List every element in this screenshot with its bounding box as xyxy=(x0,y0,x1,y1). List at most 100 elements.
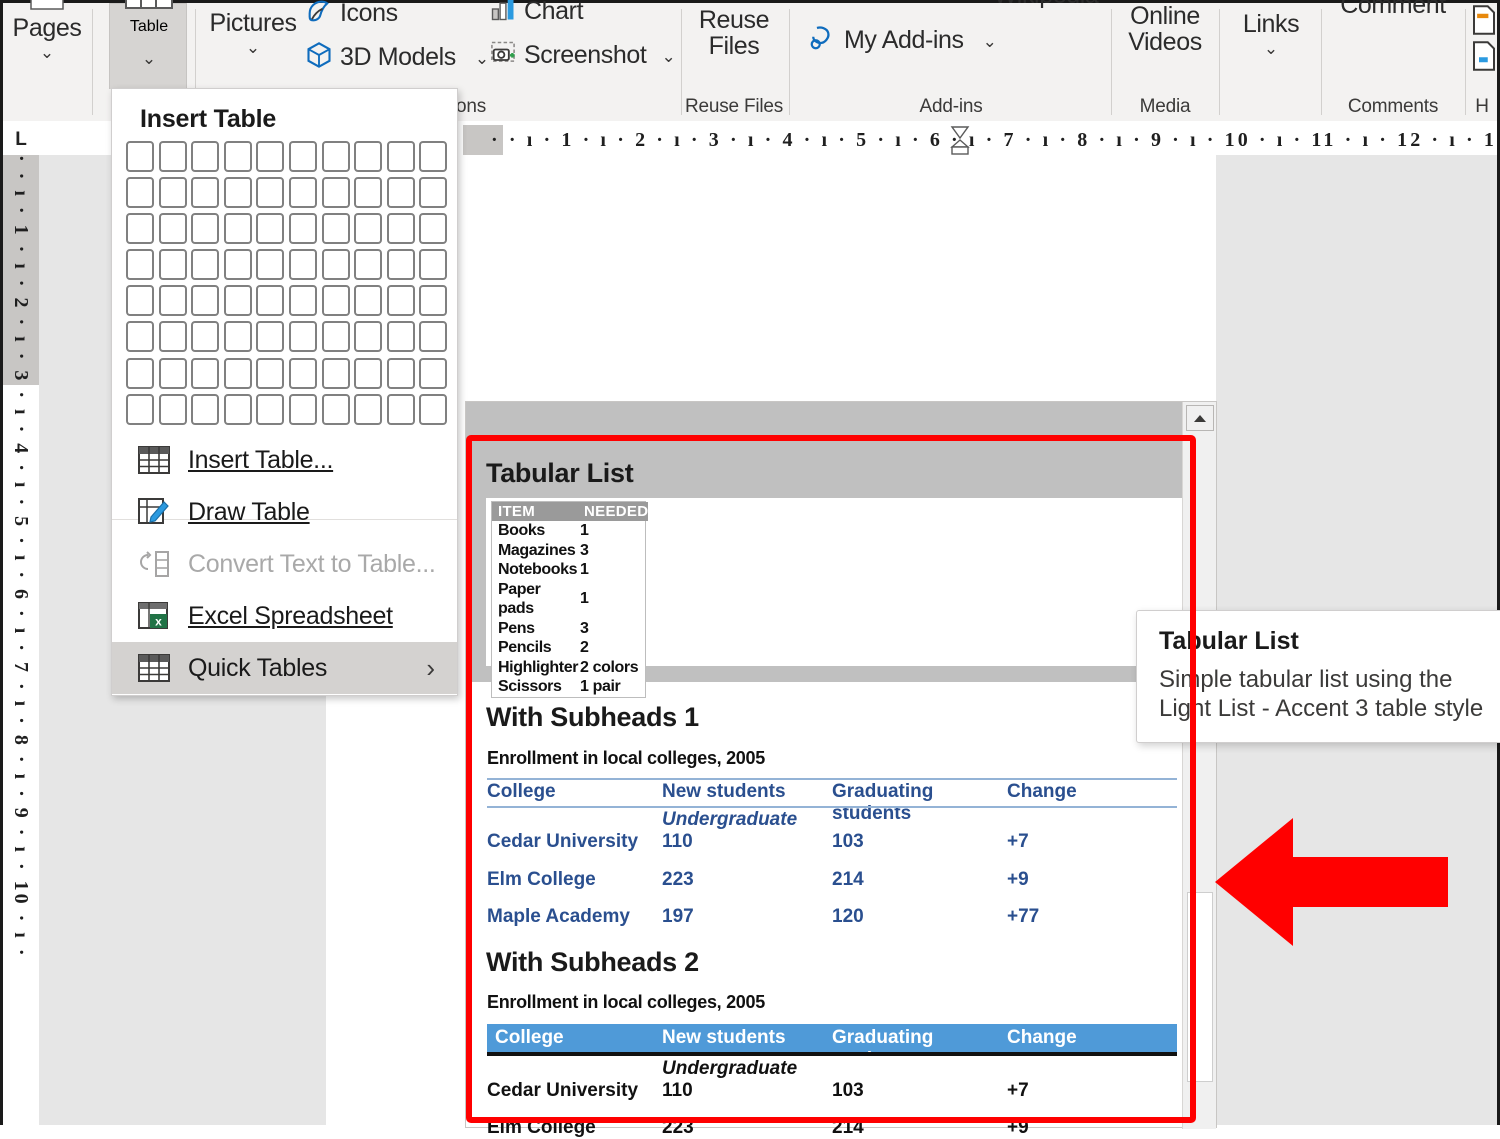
grid-cell[interactable] xyxy=(419,358,447,389)
grid-cell[interactable] xyxy=(354,285,382,316)
grid-cell[interactable] xyxy=(191,358,219,389)
horizontal-ruler[interactable]: · · ı · 1 · ı · 2 · ı · 3 · ı · 4 · ı · … xyxy=(463,125,1497,155)
grid-cell[interactable] xyxy=(354,141,382,172)
grid-cell[interactable] xyxy=(159,321,187,352)
grid-cell[interactable] xyxy=(256,177,284,208)
grid-cell[interactable] xyxy=(419,285,447,316)
menu-item-excel-spreadsheet[interactable]: x Excel Spreadsheet xyxy=(112,590,457,642)
insert-table-grid[interactable] xyxy=(126,141,452,430)
table-button[interactable]: Table ⌄ xyxy=(109,3,187,89)
grid-cell[interactable] xyxy=(126,285,154,316)
chart-button[interactable]: Chart xyxy=(489,0,583,28)
grid-cell[interactable] xyxy=(289,177,317,208)
chevron-down-icon[interactable]: ⌄ xyxy=(1264,40,1278,57)
grid-cell[interactable] xyxy=(289,321,317,352)
chevron-down-icon[interactable]: ⌄ xyxy=(983,33,997,50)
gallery-scrollbar[interactable] xyxy=(1182,402,1216,1129)
grid-cell[interactable] xyxy=(289,141,317,172)
chevron-down-icon[interactable]: ⌄ xyxy=(40,44,54,61)
grid-cell[interactable] xyxy=(387,285,415,316)
grid-cell[interactable] xyxy=(289,285,317,316)
grid-cell[interactable] xyxy=(354,321,382,352)
grid-cell[interactable] xyxy=(159,358,187,389)
grid-cell[interactable] xyxy=(322,285,350,316)
grid-cell[interactable] xyxy=(191,213,219,244)
3d-models-button[interactable]: 3D Models ⌄ xyxy=(305,41,489,74)
grid-cell[interactable] xyxy=(354,249,382,280)
grid-cell[interactable] xyxy=(191,177,219,208)
grid-cell[interactable] xyxy=(289,394,317,425)
hanging-indent-marker[interactable] xyxy=(950,139,970,155)
grid-cell[interactable] xyxy=(224,321,252,352)
grid-cell[interactable] xyxy=(126,394,154,425)
grid-cell[interactable] xyxy=(224,213,252,244)
grid-cell[interactable] xyxy=(322,249,350,280)
grid-cell[interactable] xyxy=(256,141,284,172)
grid-cell[interactable] xyxy=(159,141,187,172)
grid-cell[interactable] xyxy=(224,249,252,280)
grid-cell[interactable] xyxy=(224,394,252,425)
grid-cell[interactable] xyxy=(224,358,252,389)
grid-cell[interactable] xyxy=(159,213,187,244)
grid-cell[interactable] xyxy=(126,213,154,244)
grid-cell[interactable] xyxy=(322,177,350,208)
grid-cell[interactable] xyxy=(354,213,382,244)
comment-button[interactable]: Comment xyxy=(1323,7,1463,19)
grid-cell[interactable] xyxy=(191,249,219,280)
grid-cell[interactable] xyxy=(387,141,415,172)
wikipedia-button[interactable]: Wikipedia xyxy=(983,0,1109,9)
my-addins-button[interactable]: My Add-ins ⌄ xyxy=(807,23,997,58)
links-button[interactable]: Links ⌄ xyxy=(1223,7,1319,57)
grid-cell[interactable] xyxy=(387,249,415,280)
grid-cell[interactable] xyxy=(419,177,447,208)
grid-cell[interactable] xyxy=(191,321,219,352)
menu-item-draw-table[interactable]: Draw Table xyxy=(112,486,457,538)
grid-cell[interactable] xyxy=(256,394,284,425)
grid-cell[interactable] xyxy=(289,213,317,244)
icons-button[interactable]: Icons xyxy=(305,0,398,30)
grid-cell[interactable] xyxy=(256,249,284,280)
grid-cell[interactable] xyxy=(387,394,415,425)
grid-cell[interactable] xyxy=(224,285,252,316)
grid-cell[interactable] xyxy=(354,394,382,425)
grid-cell[interactable] xyxy=(126,141,154,172)
grid-cell[interactable] xyxy=(256,358,284,389)
reuse-files-button[interactable]: Reuse Files xyxy=(683,0,785,59)
grid-cell[interactable] xyxy=(159,394,187,425)
grid-cell[interactable] xyxy=(224,141,252,172)
grid-cell[interactable] xyxy=(419,394,447,425)
chevron-down-icon[interactable]: ⌄ xyxy=(475,50,489,67)
grid-cell[interactable] xyxy=(191,394,219,425)
footer-icon[interactable] xyxy=(1471,41,1497,76)
grid-cell[interactable] xyxy=(289,249,317,280)
grid-cell[interactable] xyxy=(419,321,447,352)
grid-cell[interactable] xyxy=(354,358,382,389)
header-icon[interactable] xyxy=(1471,5,1497,40)
scrollbar-thumb[interactable] xyxy=(1187,892,1213,1082)
online-videos-button[interactable]: Online Videos xyxy=(1113,0,1217,55)
grid-cell[interactable] xyxy=(256,285,284,316)
grid-cell[interactable] xyxy=(387,213,415,244)
scroll-up-arrow-icon[interactable] xyxy=(1186,405,1214,431)
pages-button[interactable]: Pages ⌄ xyxy=(3,7,91,61)
grid-cell[interactable] xyxy=(322,394,350,425)
chevron-down-icon[interactable]: ⌄ xyxy=(661,48,675,65)
grid-cell[interactable] xyxy=(322,213,350,244)
grid-cell[interactable] xyxy=(419,213,447,244)
chevron-down-icon[interactable]: ⌄ xyxy=(246,39,260,56)
grid-cell[interactable] xyxy=(159,177,187,208)
grid-cell[interactable] xyxy=(322,141,350,172)
menu-item-quick-tables[interactable]: Quick Tables › xyxy=(112,642,457,694)
grid-cell[interactable] xyxy=(419,141,447,172)
grid-cell[interactable] xyxy=(126,177,154,208)
grid-cell[interactable] xyxy=(387,358,415,389)
grid-cell[interactable] xyxy=(126,358,154,389)
grid-cell[interactable] xyxy=(126,321,154,352)
grid-cell[interactable] xyxy=(224,177,252,208)
chevron-down-icon[interactable]: ⌄ xyxy=(110,50,188,67)
menu-item-insert-table[interactable]: Insert Table... xyxy=(112,434,457,486)
grid-cell[interactable] xyxy=(159,249,187,280)
table-dropdown-menu[interactable]: Insert Table Insert Table... Draw Table xyxy=(111,88,458,696)
grid-cell[interactable] xyxy=(256,321,284,352)
grid-cell[interactable] xyxy=(354,177,382,208)
